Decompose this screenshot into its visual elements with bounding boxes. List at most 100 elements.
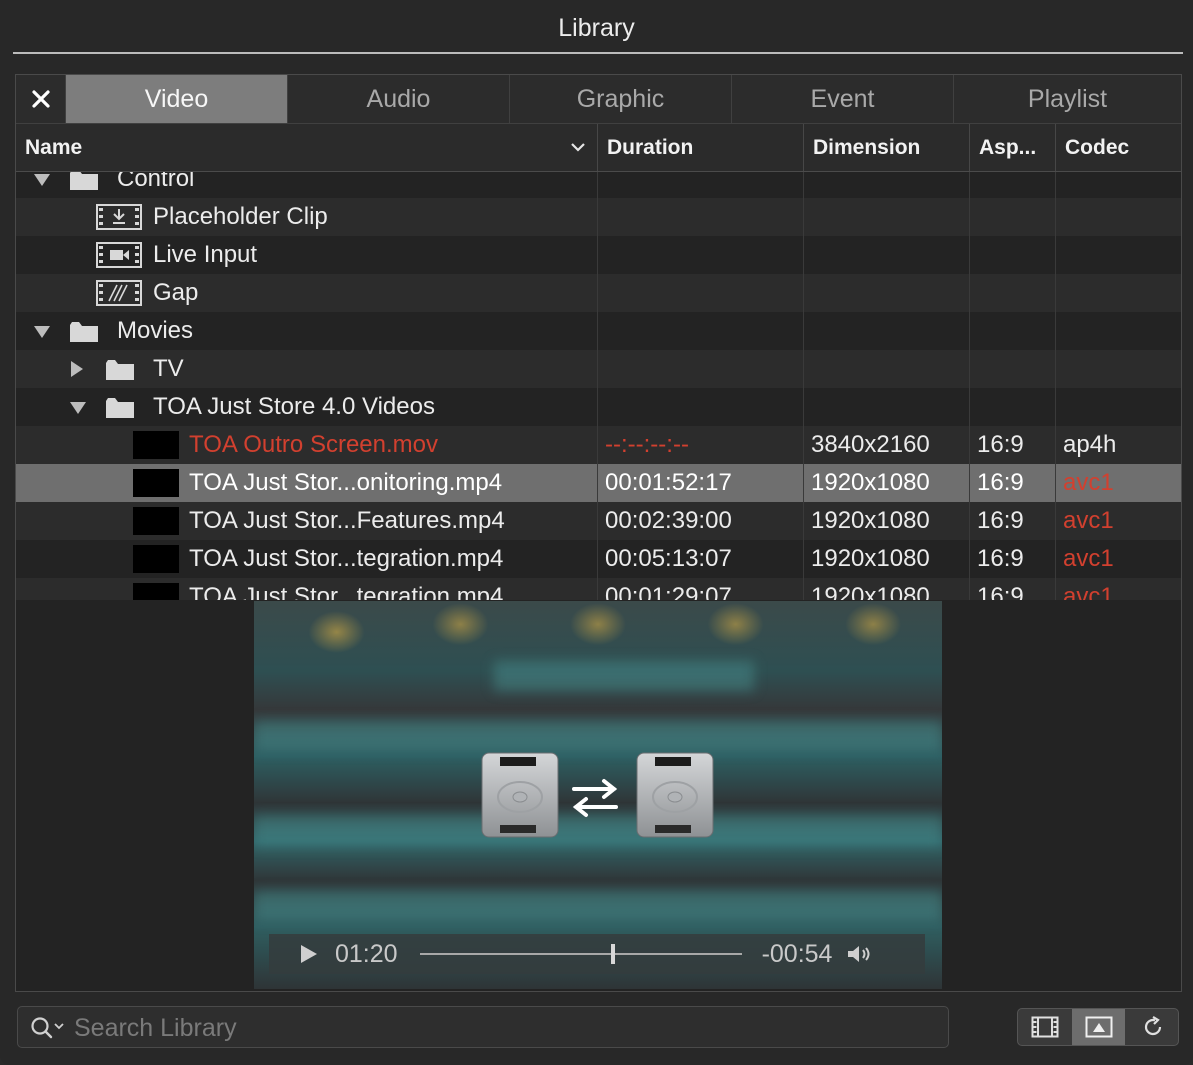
column-codec[interactable]: Codec: [1065, 124, 1129, 171]
clip-aspect: 16:9: [977, 469, 1024, 496]
grid-line: [969, 172, 970, 600]
clip-dimension: 3840x2160: [811, 431, 930, 458]
tab-event[interactable]: Event: [732, 75, 954, 123]
item-name: Movies: [117, 317, 194, 344]
clip-duration: --:--:--:--: [605, 431, 689, 458]
list-item-gap[interactable]: Gap: [16, 274, 1181, 312]
film-gap-icon: [96, 280, 142, 306]
clip-codec: avc1: [1063, 545, 1114, 572]
column-name[interactable]: Name: [25, 124, 82, 171]
clip-duration: 00:01:52:17: [605, 469, 732, 496]
list-item-live-input[interactable]: Live Input: [16, 236, 1181, 274]
clip-thumbnail: [133, 545, 179, 573]
preview-toggle-button[interactable]: [1072, 1009, 1125, 1045]
table-row[interactable]: TOA Just Stor...tegration.mp4 00:01:29:0…: [16, 578, 1181, 600]
library-list[interactable]: Control Placeholder Clip Live Input Gap …: [16, 172, 1181, 600]
tab-bar: Video Audio Graphic Event Playlist: [16, 75, 1181, 124]
clip-thumbnail: [133, 431, 179, 459]
clip-codec: avc1: [1063, 583, 1114, 600]
list-item-folder-movies[interactable]: Movies: [16, 312, 1181, 350]
tab-audio[interactable]: Audio: [288, 75, 510, 123]
drive-transfer-icon: [481, 752, 714, 838]
search-field[interactable]: [17, 1006, 949, 1049]
tab-playlist[interactable]: Playlist: [954, 75, 1181, 123]
column-divider[interactable]: [969, 124, 970, 171]
item-name: Placeholder Clip: [153, 203, 328, 230]
preview-area: 01:20 -00:54: [16, 601, 1181, 991]
speaker-icon[interactable]: [846, 944, 872, 964]
clip-name: TOA Just Stor...tegration.mp4: [189, 583, 504, 600]
item-name: Gap: [153, 279, 199, 306]
clip-thumbnail: [133, 469, 179, 497]
clip-thumbnail: [133, 507, 179, 535]
list-item-folder-control[interactable]: Control: [16, 172, 1181, 198]
clip-duration: 00:02:39:00: [605, 507, 732, 534]
list-view-button[interactable]: [1018, 1009, 1071, 1045]
window-title: Library: [558, 14, 635, 42]
triangle-down-icon[interactable]: [33, 325, 51, 339]
list-item-folder-tv[interactable]: TV: [16, 350, 1181, 388]
table-row[interactable]: TOA Just Stor...tegration.mp4 00:05:13:0…: [16, 540, 1181, 578]
filmstrip-icon: [1031, 1016, 1058, 1038]
scrub-track: [419, 953, 742, 955]
column-header: Name Duration Dimension Asp... Codec: [16, 124, 1181, 172]
triangle-right-icon[interactable]: [70, 360, 84, 378]
clip-thumbnail: [133, 583, 179, 600]
tab-graphic[interactable]: Graphic: [510, 75, 732, 123]
grid-line: [597, 172, 598, 600]
refresh-icon: [1144, 1016, 1161, 1036]
triangle-down-icon[interactable]: [33, 173, 51, 187]
preview-blur: [254, 891, 942, 921]
folder-icon: [106, 360, 134, 380]
item-name: Live Input: [153, 241, 258, 268]
elapsed-time: 01:20: [335, 939, 398, 968]
clip-aspect: 16:9: [977, 545, 1024, 572]
player-controls: 01:20 -00:54: [269, 934, 925, 974]
folder-icon: [70, 172, 98, 190]
item-name: TOA Just Store 4.0 Videos: [153, 393, 435, 420]
scrub-handle[interactable]: [610, 944, 615, 964]
close-button[interactable]: [16, 75, 66, 123]
column-divider[interactable]: [597, 124, 598, 171]
column-aspect[interactable]: Asp...: [979, 124, 1036, 171]
item-name: Control: [117, 172, 195, 192]
clip-name: TOA Just Stor...onitoring.mp4: [189, 469, 503, 496]
play-icon[interactable]: [299, 943, 319, 965]
triangle-down-icon[interactable]: [69, 401, 87, 415]
grid-line: [803, 172, 804, 600]
clip-name: TOA Outro Screen.mov: [189, 431, 438, 458]
folder-icon: [70, 322, 98, 342]
clip-codec: avc1: [1063, 469, 1114, 496]
clip-aspect: 16:9: [977, 431, 1024, 458]
clip-dimension: 1920x1080: [811, 545, 930, 572]
item-name: TV: [153, 355, 184, 382]
film-placeholder-icon: [96, 204, 142, 230]
library-window: Library Video Audio Graphic Event Playli…: [0, 0, 1193, 1065]
column-duration[interactable]: Duration: [607, 124, 693, 171]
film-camera-icon: [96, 242, 142, 268]
search-input[interactable]: [72, 1007, 936, 1049]
remaining-time: -00:54: [761, 939, 833, 968]
list-item-folder-toa-videos[interactable]: TOA Just Store 4.0 Videos: [16, 388, 1181, 426]
tab-video[interactable]: Video: [66, 75, 288, 123]
clip-dimension: 1920x1080: [811, 469, 930, 496]
chevron-down-icon[interactable]: [570, 141, 586, 153]
column-dimension[interactable]: Dimension: [813, 124, 920, 171]
preview-blur: [254, 721, 942, 751]
clip-duration: 00:05:13:07: [605, 545, 732, 572]
grid-line: [1055, 172, 1056, 600]
table-row[interactable]: TOA Outro Screen.mov --:--:--:-- 3840x21…: [16, 426, 1181, 464]
refresh-button[interactable]: [1126, 1009, 1178, 1045]
column-divider[interactable]: [1055, 124, 1056, 171]
table-row[interactable]: TOA Just Stor...Features.mp4 00:02:39:00…: [16, 502, 1181, 540]
clip-codec: avc1: [1063, 507, 1114, 534]
table-row[interactable]: TOA Just Stor...onitoring.mp4 00:01:52:1…: [16, 464, 1181, 502]
clip-aspect: 16:9: [977, 583, 1024, 600]
video-preview[interactable]: 01:20 -00:54: [254, 601, 942, 989]
column-divider[interactable]: [803, 124, 804, 171]
clip-name: TOA Just Stor...tegration.mp4: [189, 545, 504, 572]
clip-dimension: 1920x1080: [811, 583, 930, 600]
title-divider: [13, 52, 1183, 54]
list-item-placeholder-clip[interactable]: Placeholder Clip: [16, 198, 1181, 236]
scrub-bar[interactable]: [419, 944, 742, 964]
